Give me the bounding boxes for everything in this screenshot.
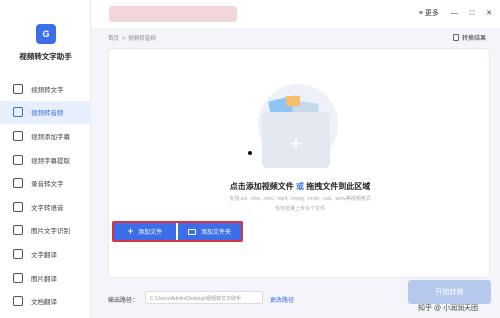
drop-prompt: 点击添加视频文件 或 拖拽文件到此区域 [195,181,405,192]
breadcrumb-current: 视频转音频 [128,36,156,42]
video-text-icon [13,83,23,94]
output-path-field[interactable]: C:\Users\Admin\Desktop\视频转文字助手 [145,291,263,304]
watermark: 知乎 @ 小润润天团 [418,305,478,312]
minimize-button[interactable]: — [451,10,458,17]
sidebar-item-text-translate[interactable]: 文字翻译 [0,242,91,266]
drop-prompt-suffix: 拖拽文件到此区域 [306,182,371,191]
plus-icon: + [127,226,134,236]
sidebar-item-image-translate[interactable]: 图片翻译 [0,266,91,290]
sidebar-item-label: 文字转语音 [31,204,64,212]
sidebar-item-text-to-speech[interactable]: 文字转语音 [0,195,91,219]
add-folder-label: 添加文件夹 [200,230,231,236]
close-button[interactable]: ✕ [486,9,492,17]
start-convert-button[interactable]: 开始转换 [408,280,491,304]
window-controls: ≡ 更多 — □ ✕ [419,8,492,18]
document-icon [452,34,459,41]
sidebar-nav: 视频转文字 视频转音频 视频添加字幕 视频字幕提取 录音转文字 文字转语音 图片… [0,77,91,313]
app-logo: G [36,24,56,44]
video-audio-icon [13,107,23,118]
more-label: 更多 [424,10,439,17]
sidebar-item-video-to-audio[interactable]: 视频转音频 [0,100,91,125]
sidebar-item-label: 图片文字识别 [31,228,70,236]
doc-translate-icon [13,296,23,307]
sidebar-item-label: 视频添加字幕 [31,133,70,141]
sidebar-item-label: 视频转文字 [31,86,64,94]
image-ocr-icon [13,225,23,236]
translate-icon [13,248,23,259]
add-buttons-group: + 添加文件 添加文件夹 [112,221,243,242]
add-folder-button[interactable]: 添加文件夹 [178,223,241,240]
add-file-button[interactable]: + 添加文件 [114,223,176,240]
breadcrumb-home[interactable]: 首页 [108,36,119,42]
mouse-cursor-dot [248,151,252,155]
records-label: 转换结果 [461,36,486,42]
image-card-icon [286,96,300,106]
menu-icon: ≡ [418,10,423,17]
sidebar-item-video-to-text[interactable]: 视频转文字 [0,77,91,101]
supported-formats: 支持.avi, .mkv, .mov, .mp4, .mpeg, .rmvb, … [229,196,371,202]
folder-icon [187,228,196,235]
batch-hint: 也可批量上传多个文件 [274,206,325,212]
more-menu[interactable]: ≡ 更多 [419,8,439,18]
sidebar-item-add-subtitle[interactable]: 视频添加字幕 [0,124,91,148]
subtitle-add-icon [13,130,23,141]
sidebar-item-label: 录音转文字 [31,181,64,189]
sidebar-item-recording-to-text[interactable]: 录音转文字 [0,171,91,195]
drop-prompt-prefix[interactable]: 点击添加视频文件 [230,182,294,191]
plus-icon: + [289,131,303,156]
title-bar: ≡ 更多 — □ ✕ [91,0,500,28]
records-button[interactable]: 转换结果 [452,33,486,42]
blurred-title [109,6,237,22]
sidebar-item-label: 文档翻译 [31,299,57,307]
breadcrumb-separator: > [122,36,126,42]
output-path-label: 输出路径： [108,298,139,304]
drop-prompt-or: 或 [296,182,304,191]
sidebar-item-image-ocr[interactable]: 图片文字识别 [0,219,91,243]
image-translate-icon [13,272,23,283]
add-file-label: 添加文件 [138,230,163,236]
sidebar-item-doc-translate[interactable]: 文档翻译 [0,289,91,313]
breadcrumb: 首页 > 视频转音频 [108,34,156,42]
recording-icon [13,178,23,189]
sidebar-item-label: 文字翻译 [31,251,57,259]
subtitle-extract-icon [13,154,23,165]
text-speech-icon [13,201,23,212]
maximize-button[interactable]: □ [470,10,474,17]
app-name: 视频转文字助手 [19,52,72,61]
sidebar-item-label: 视频转音频 [31,110,64,118]
sidebar-item-label: 图片翻译 [31,275,57,283]
change-path-link[interactable]: 更改路径 [270,295,294,304]
sidebar-item-extract-subtitle[interactable]: 视频字幕提取 [0,148,91,172]
sidebar: G 视频转文字助手 视频转文字 视频转音频 视频添加字幕 视频字幕提取 录音转文… [0,0,91,318]
sidebar-item-label: 视频字幕提取 [31,157,70,165]
